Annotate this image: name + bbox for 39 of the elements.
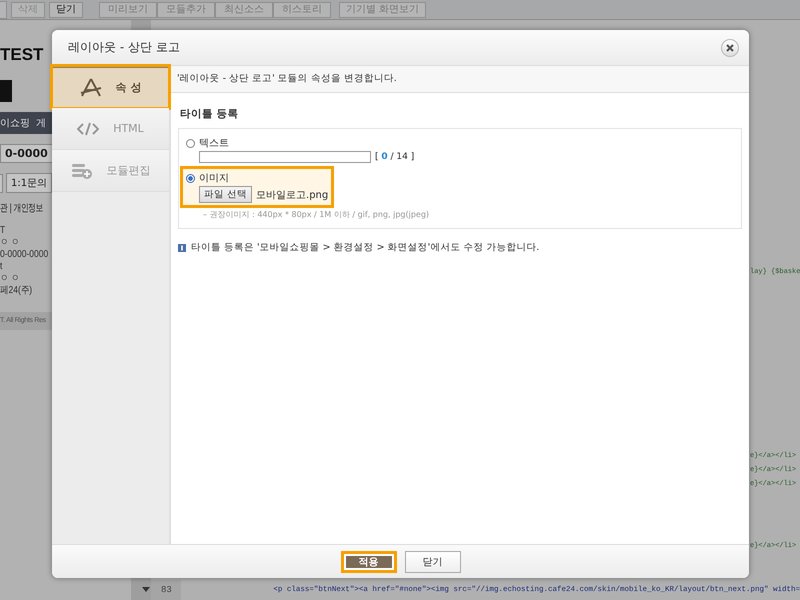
sidebar-tab[interactable]: 속 성 xyxy=(52,66,169,108)
info-icon xyxy=(178,244,186,252)
apply-button[interactable]: 적용 xyxy=(340,550,396,572)
file-name: 모바일로고.png xyxy=(256,188,328,202)
close-dialog-button[interactable]: 닫기 xyxy=(404,550,460,572)
code-icon xyxy=(77,122,100,136)
info-text: ㅇ ㅇ xyxy=(0,237,20,248)
scroll-down-icon[interactable] xyxy=(142,587,150,592)
stack-plus-icon xyxy=(70,162,92,178)
close-button[interactable] xyxy=(721,38,739,56)
info-text: 페24(주) xyxy=(0,285,34,296)
title-input[interactable] xyxy=(199,151,371,163)
nav-item[interactable]: 이쇼핑 xyxy=(0,116,30,130)
shop-logo: TEST xyxy=(0,44,44,66)
note-text: 타이틀 등록은 '모바일쇼핑몰 > 환경설정 > 화면설정'에서도 수정 가능합니다. xyxy=(191,241,540,254)
preview-button[interactable] xyxy=(0,174,3,193)
section-title: 타이틀 등록 xyxy=(179,107,240,121)
radio-button[interactable] xyxy=(186,174,195,182)
line-number: 83 xyxy=(151,580,182,600)
dark-banner xyxy=(0,80,12,102)
character-counter: [ 0 / 14 ] xyxy=(375,152,414,162)
phone-button[interactable]: 0-0000 xyxy=(0,144,53,163)
radio-button[interactable] xyxy=(186,138,195,148)
radio-option[interactable]: 이미지 xyxy=(186,171,328,185)
radio-option[interactable]: 텍스트 xyxy=(186,136,414,150)
info-text: '레이아웃 - 상단 로고' 모듈의 속성을 변경합니다. xyxy=(171,66,749,93)
file-select-button[interactable]: 파일 선택 xyxy=(199,186,252,203)
nav-item[interactable]: 게 xyxy=(36,116,46,130)
info-text: ㅇ ㅇ xyxy=(0,273,20,284)
inquiry-button[interactable]: 1:1문의 xyxy=(6,173,52,193)
info-text: 0-0000-0000 xyxy=(0,249,48,260)
close-icon xyxy=(726,44,734,52)
toolbar-button[interactable]: 닫기 xyxy=(49,2,83,18)
hint-text: – 권장이미지 : 440px * 80px / 1M 이하 / gif, png, jpg(jpeg) xyxy=(202,209,430,220)
drafting-tools-icon xyxy=(80,78,102,98)
dialog-title: 레이아웃 - 상단 로고 xyxy=(68,39,180,56)
info-text: t xyxy=(0,261,4,272)
footer-links: 관 | 개인정보 xyxy=(0,202,43,215)
info-text: T xyxy=(0,225,6,236)
